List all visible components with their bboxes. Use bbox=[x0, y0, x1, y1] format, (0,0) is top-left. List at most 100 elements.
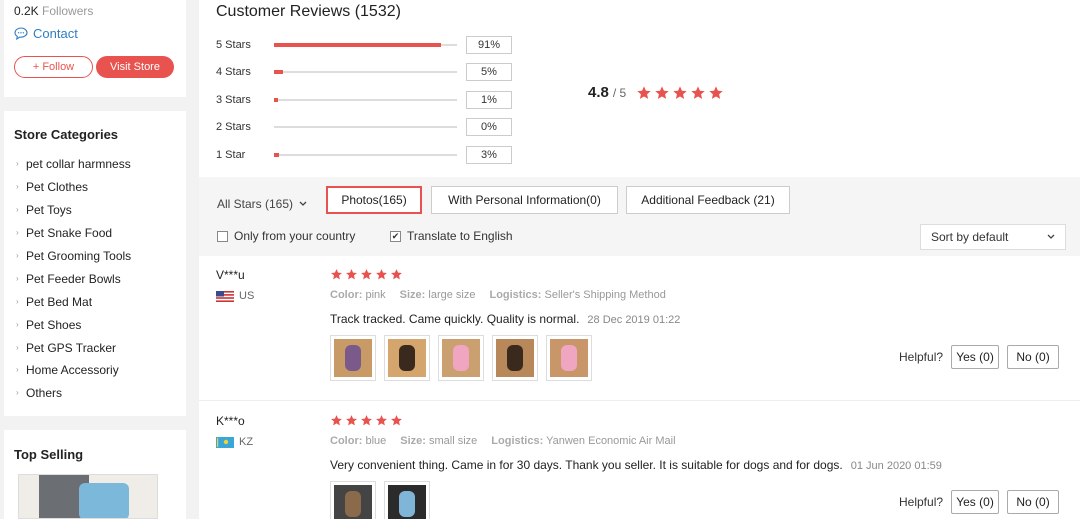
only-country-checkbox[interactable]: Only from your country bbox=[217, 229, 355, 243]
sort-label: Sort by default bbox=[931, 230, 1009, 244]
category-item[interactable]: › Pet Toys bbox=[16, 199, 131, 222]
reviews-title: Customer Reviews (1532) bbox=[216, 3, 401, 20]
category-item[interactable]: › Others bbox=[16, 382, 131, 405]
photos-filter-button[interactable]: Photos(165) bbox=[326, 186, 422, 214]
category-item[interactable]: › Home Accessoriy bbox=[16, 359, 131, 382]
category-item[interactable]: › Pet Grooming Tools bbox=[16, 245, 131, 268]
star-icon bbox=[391, 415, 402, 426]
follow-button[interactable]: + Follow bbox=[14, 56, 93, 78]
chevron-down-icon bbox=[1047, 234, 1055, 239]
review-photo[interactable] bbox=[492, 335, 538, 381]
review-text: Track tracked. Came quickly. Quality is … bbox=[330, 312, 680, 326]
review-photo[interactable] bbox=[384, 335, 430, 381]
top-selling-product-image[interactable] bbox=[18, 474, 158, 519]
size-attr-value: small size bbox=[429, 435, 478, 447]
star-icon bbox=[361, 269, 372, 280]
helpful-no-button[interactable]: No (0) bbox=[1007, 490, 1060, 514]
category-item[interactable]: › pet collar harmness bbox=[16, 153, 131, 176]
reviewer-name: K***o bbox=[216, 414, 245, 428]
category-label: Home Accessoriy bbox=[26, 363, 119, 378]
star-icon bbox=[346, 269, 357, 280]
review-content: Very convenient thing. Came in for 30 da… bbox=[330, 458, 843, 472]
review-photos bbox=[330, 481, 430, 519]
rating-row: 5 Stars 91% bbox=[216, 35, 516, 55]
review-photo[interactable] bbox=[438, 335, 484, 381]
category-list: › pet collar harmness › Pet Clothes › Pet Toy… bbox=[16, 153, 131, 405]
review-photo[interactable] bbox=[546, 335, 592, 381]
rating-row: 2 Stars 0% bbox=[216, 117, 516, 137]
followers-number: 0.2K bbox=[14, 4, 39, 18]
category-item[interactable]: › Pet Snake Food bbox=[16, 222, 131, 245]
personal-info-filter-button[interactable]: With Personal Information(0) bbox=[431, 186, 618, 214]
store-categories-panel: Store Categories › pet collar harmness › Pe… bbox=[4, 111, 186, 416]
color-attr-label: Color: bbox=[330, 289, 363, 301]
category-item[interactable]: › Pet Feeder Bowls bbox=[16, 267, 131, 290]
rating-bar bbox=[274, 43, 457, 47]
rating-bar-fill bbox=[274, 153, 280, 157]
reviewer-name: V***u bbox=[216, 268, 245, 282]
rating-bar-fill bbox=[274, 70, 284, 74]
review-photo[interactable] bbox=[384, 481, 430, 519]
only-country-label: Only from your country bbox=[234, 229, 356, 243]
sort-dropdown[interactable]: Sort by default bbox=[920, 224, 1066, 250]
bullet-icon: › bbox=[16, 273, 19, 283]
review-date: 28 Dec 2019 01:22 bbox=[587, 314, 681, 326]
bullet-icon: › bbox=[16, 342, 19, 352]
category-label: pet collar harmness bbox=[26, 157, 131, 172]
rating-bar bbox=[274, 98, 457, 102]
contact-label: Contact bbox=[33, 26, 78, 41]
review-stars bbox=[330, 414, 403, 427]
rating-percent: 91% bbox=[466, 36, 512, 54]
review-divider bbox=[199, 400, 1080, 401]
category-label: Pet Grooming Tools bbox=[26, 249, 132, 263]
category-item[interactable]: › Pet Clothes bbox=[16, 176, 131, 199]
rating-row: 4 Stars 5% bbox=[216, 62, 516, 82]
translate-checkbox[interactable]: ✔ Translate to English bbox=[390, 229, 513, 243]
review-photo[interactable] bbox=[330, 481, 376, 519]
bullet-icon: › bbox=[16, 182, 19, 192]
review-photos bbox=[330, 335, 592, 381]
helpful-yes-button[interactable]: Yes (0) bbox=[951, 490, 1000, 514]
average-rating: 4.8 / 5 bbox=[588, 84, 724, 101]
category-item[interactable]: › Pet Shoes bbox=[16, 313, 131, 336]
rating-percent: 3% bbox=[466, 146, 512, 164]
helpful-no-button[interactable]: No (0) bbox=[1007, 345, 1060, 369]
bullet-icon: › bbox=[16, 205, 19, 215]
bullet-icon: › bbox=[16, 251, 19, 260]
category-label: Pet Bed Mat bbox=[26, 294, 93, 309]
rating-row-label: 4 Stars bbox=[216, 66, 251, 78]
bullet-icon: › bbox=[16, 365, 19, 375]
logistics-attr-label: Logistics: bbox=[491, 435, 544, 447]
all-stars-label: All Stars (165) bbox=[217, 197, 294, 211]
size-attr-value: large size bbox=[428, 289, 476, 301]
rating-bar bbox=[274, 153, 457, 157]
review-stars bbox=[330, 268, 403, 281]
helpful-label: Helpful? bbox=[899, 350, 944, 364]
star-icon bbox=[331, 269, 342, 280]
rating-percent: 5% bbox=[466, 63, 512, 81]
review-photo[interactable] bbox=[330, 335, 376, 381]
star-icon bbox=[376, 415, 387, 426]
followers-count: 0.2K Followers bbox=[14, 4, 93, 18]
additional-feedback-filter-button[interactable]: Additional Feedback (21) bbox=[626, 186, 790, 214]
bullet-icon: › bbox=[16, 296, 19, 306]
checkbox-unchecked bbox=[217, 230, 228, 242]
reviewer-country: KZ bbox=[216, 436, 253, 448]
rating-bar bbox=[274, 126, 457, 128]
helpful-yes-button[interactable]: Yes (0) bbox=[951, 345, 1000, 369]
rating-row: 3 Stars 1% bbox=[216, 90, 516, 110]
size-attr-label: Size: bbox=[399, 289, 426, 301]
visit-store-button[interactable]: Visit Store bbox=[96, 56, 174, 78]
color-attr-value: blue bbox=[365, 435, 387, 447]
reviews-section: Customer Reviews (1532) 5 Stars 91% 4 Star… bbox=[199, 0, 1080, 519]
all-stars-dropdown[interactable]: All Stars (165) bbox=[217, 193, 307, 215]
top-selling-panel: Top Selling bbox=[4, 430, 186, 519]
contact-link[interactable]: Contact bbox=[14, 26, 78, 41]
reviewer-country: US bbox=[216, 290, 254, 302]
rating-max: / 5 bbox=[612, 85, 627, 100]
store-info-panel: 0.2K Followers Contact + Follow Visit St… bbox=[4, 0, 186, 97]
category-item[interactable]: › Pet GPS Tracker bbox=[16, 336, 131, 359]
star-icon bbox=[346, 415, 357, 426]
bullet-icon: › bbox=[16, 228, 19, 238]
category-item[interactable]: › Pet Bed Mat bbox=[16, 290, 131, 313]
